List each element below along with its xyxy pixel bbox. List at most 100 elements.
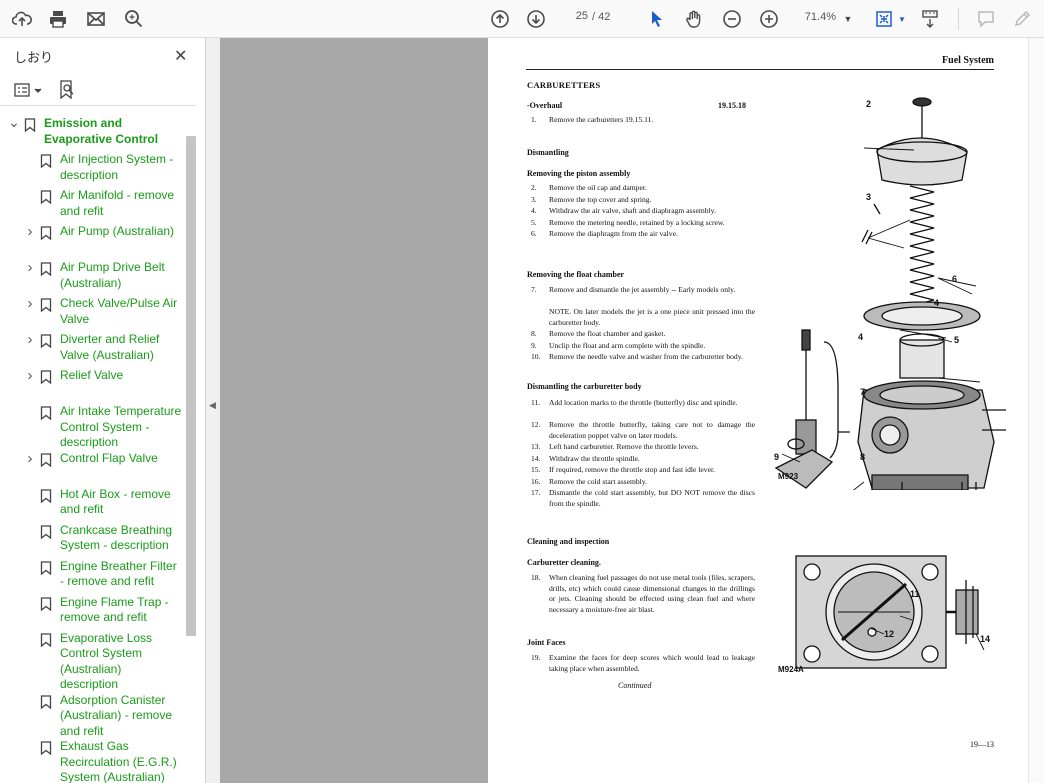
previous-page-icon[interactable] xyxy=(488,7,512,31)
zoom-level[interactable]: 71.4% xyxy=(798,11,836,23)
step-item: 7. Remove and dismantle the jet assembly … xyxy=(527,285,755,296)
callout-11: 11 xyxy=(910,589,920,599)
scroll-mode-icon[interactable] xyxy=(918,7,942,31)
step-number: 8. xyxy=(531,329,537,338)
toolbar-divider xyxy=(958,8,959,30)
step-number: 15. xyxy=(531,465,541,474)
step-number: 3. xyxy=(531,194,537,204)
callout-8: 8 xyxy=(860,452,866,462)
pen-icon[interactable] xyxy=(1010,7,1034,31)
select-cursor-icon[interactable] xyxy=(645,7,669,31)
step-number: 12. xyxy=(531,420,541,429)
panel-scrollbar[interactable] xyxy=(186,136,196,636)
bookmark-icon xyxy=(40,154,52,169)
step-number: 2. xyxy=(531,183,537,192)
mail-icon[interactable] xyxy=(84,7,108,31)
bookmark-icon xyxy=(40,190,52,205)
step-item: 19. Examine the faces for deep scores whi… xyxy=(527,653,755,674)
step-item: NOTE. On later models the jet is a one p… xyxy=(527,307,755,328)
next-page-icon[interactable] xyxy=(524,7,548,31)
step-number: 5. xyxy=(531,217,537,227)
bookmark-item[interactable]: Air Manifold - remove and refit xyxy=(0,188,196,224)
bookmark-item[interactable]: Engine Breather Filter - remove and refi… xyxy=(0,559,196,595)
step-number: 9. xyxy=(531,340,537,350)
bookmark-item[interactable]: Air Intake Temperature Control System - … xyxy=(0,404,196,451)
step-item: 18. When cleaning fuel passages do not us… xyxy=(527,573,755,615)
fit-dropdown-icon[interactable]: ▼ xyxy=(890,7,914,31)
zoom-out-icon[interactable] xyxy=(720,7,744,31)
panel-toolbar xyxy=(0,76,196,106)
bookmark-item[interactable]: › Relief Valve xyxy=(0,367,196,404)
zoom-dropdown-icon[interactable]: ▼ xyxy=(836,7,860,31)
step-text: Remove the carburetters 19.15.11. xyxy=(549,115,654,124)
bookmark-item[interactable]: Evaporative Loss Control System (Austral… xyxy=(0,631,196,693)
chevron-right-icon[interactable]: › xyxy=(24,450,36,467)
step-item: 16. Remove the cold start assembly. xyxy=(527,477,755,488)
step-item: 4. Withdraw the air valve, shaft and diap… xyxy=(527,206,755,217)
bookmark-label: Exhaust Gas Recirculation (E.G.R.) Syste… xyxy=(60,739,177,783)
step-text: Remove the metering needle, retained by … xyxy=(549,217,725,227)
bookmark-item[interactable]: › Diverter and Relief Valve (Australian) xyxy=(0,331,196,368)
step-item: 13. Left hand carburetter. Remove the thr… xyxy=(527,442,755,453)
chevron-right-icon[interactable]: › xyxy=(24,223,36,240)
bookmark-icon xyxy=(40,262,52,277)
bookmark-label: Engine Breather Filter - remove and refi… xyxy=(60,558,177,589)
joint-heading: Joint Faces xyxy=(527,638,566,647)
callout-7: 7 xyxy=(860,387,866,397)
bookmark-label: Emission and Evaporative Control xyxy=(44,116,159,146)
continued-note: Continued xyxy=(618,681,652,690)
cleaning-heading: Cleaning and inspection xyxy=(527,537,610,546)
bookmark-item[interactable]: ⌄ Emission and Evaporative Control xyxy=(0,114,196,152)
bookmark-item[interactable]: › Air Pump (Australian) xyxy=(0,223,196,260)
bookmark-item[interactable]: Exhaust Gas Recirculation (E.G.R.) Syste… xyxy=(0,739,196,783)
document-background xyxy=(220,38,488,783)
carb-cleaning-heading: Carburetter cleaning. xyxy=(527,558,601,567)
figure-code-1: M923 xyxy=(778,472,799,481)
bookmark-icon xyxy=(40,488,52,503)
step-text: Withdraw the air valve, shaft and diaphr… xyxy=(549,206,716,215)
document-scrollbar[interactable] xyxy=(1028,38,1044,783)
step-number: 18. xyxy=(531,573,541,582)
step-text: Unclip the float and arm complete with t… xyxy=(549,340,706,350)
print-icon[interactable] xyxy=(46,7,70,31)
bookmark-item[interactable]: Crankcase Breathing System - description xyxy=(0,523,196,559)
upload-cloud-icon[interactable] xyxy=(10,7,34,31)
step-item: 5. Remove the metering needle, retained b… xyxy=(527,218,755,229)
bookmark-icon xyxy=(40,632,52,647)
step-number: 17. xyxy=(531,488,541,497)
step-text: NOTE. On later models the jet is a one p… xyxy=(549,307,755,327)
bookmark-item[interactable]: › Control Flap Valve xyxy=(0,450,196,487)
chevron-right-icon[interactable]: › xyxy=(24,259,36,276)
close-icon[interactable]: ✕ xyxy=(174,46,187,66)
zoom-in-icon[interactable] xyxy=(757,7,781,31)
bookmark-item[interactable]: › Check Valve/Pulse Air Valve xyxy=(0,295,196,332)
bookmark-item[interactable]: Hot Air Box - remove and refit xyxy=(0,487,196,523)
options-menu-icon[interactable] xyxy=(14,82,44,100)
bookmark-search-icon[interactable] xyxy=(58,80,76,100)
bookmark-item[interactable]: › Air Pump Drive Belt (Australian) xyxy=(0,259,196,296)
bookmark-item[interactable]: Engine Flame Trap - remove and refit xyxy=(0,595,196,631)
step-item: 8. Remove the float chamber and gasket. xyxy=(527,329,755,340)
step-number: 7. xyxy=(531,285,537,294)
bookmark-icon xyxy=(40,334,52,349)
panel-collapse-handle[interactable]: ◀ xyxy=(206,38,220,783)
step-text: If required, remove the throttle stop an… xyxy=(549,465,715,474)
chevron-right-icon[interactable]: › xyxy=(24,367,36,384)
operation-code: 19.15.18 xyxy=(718,101,746,110)
chevron-right-icon[interactable]: › xyxy=(24,331,36,348)
bookmark-item[interactable]: Adsorption Canister (Australian) - remov… xyxy=(0,693,196,740)
chevron-down-icon[interactable]: ⌄ xyxy=(8,114,20,131)
comment-icon[interactable] xyxy=(974,7,998,31)
step-item: 14. Withdraw the throttle spindle. xyxy=(527,454,755,465)
bookmark-label: Air Injection System - description xyxy=(60,152,174,182)
bookmark-item[interactable]: Air Injection System - description xyxy=(0,152,196,188)
page-number-input[interactable]: 25 xyxy=(560,10,592,28)
search-icon[interactable] xyxy=(122,7,146,31)
hand-tool-icon[interactable] xyxy=(682,7,706,31)
step-item: 6. Remove the diaphragm from the air valv… xyxy=(527,229,755,240)
step-text: Remove the needle valve and washer from … xyxy=(549,352,743,361)
toolbar: 25 / 42 71.4% ▼ ▼ xyxy=(0,0,1044,38)
step-item: 12. Remove the throttle butterfly, taking… xyxy=(527,420,755,441)
step-item: 11. Add location marks to the throttle (b… xyxy=(527,398,755,409)
chevron-right-icon[interactable]: › xyxy=(24,295,36,312)
